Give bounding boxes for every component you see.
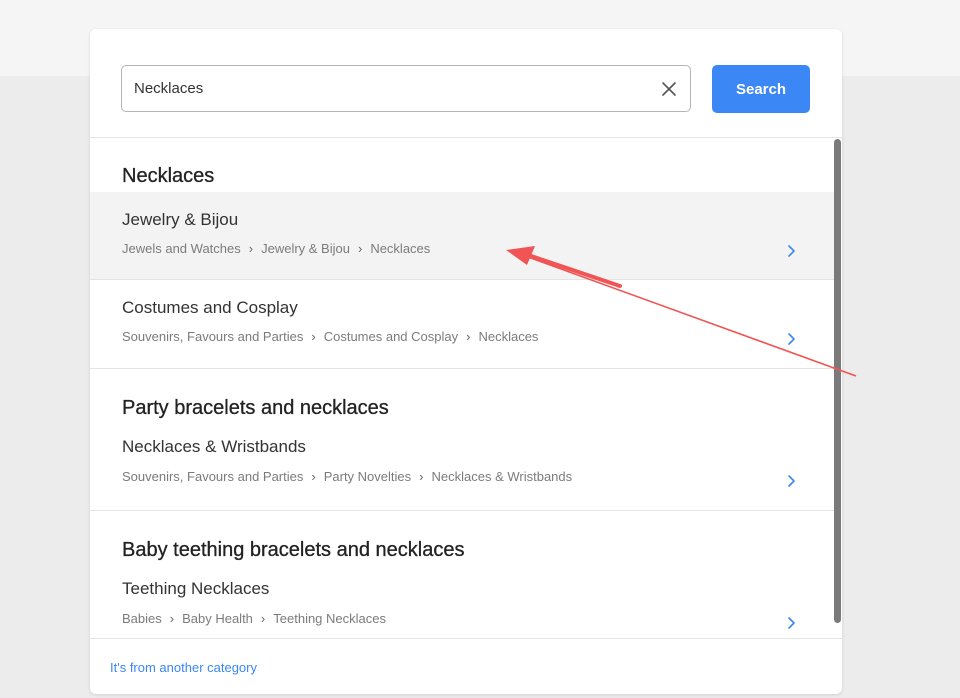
results-list[interactable]: Necklaces Jewelry & Bijou Jewels and Wat… bbox=[90, 138, 842, 638]
breadcrumb-item: Souvenirs, Favours and Parties bbox=[122, 329, 304, 344]
search-input[interactable]: Necklaces bbox=[121, 65, 691, 112]
chevron-right-icon[interactable] bbox=[786, 244, 796, 258]
breadcrumb-item: Jewels and Watches bbox=[122, 241, 241, 256]
breadcrumb: Babies › Baby Health › Teething Necklaces bbox=[122, 611, 386, 626]
chevron-right-icon: › bbox=[311, 469, 316, 484]
result-title: Jewelry & Bijou bbox=[122, 210, 239, 229]
breadcrumb: Jewels and Watches › Jewelry & Bijou › Neckl… bbox=[122, 241, 430, 256]
result-title: Necklaces & Wristbands bbox=[122, 437, 306, 456]
search-button[interactable]: Search bbox=[712, 65, 810, 113]
scrollbar-thumb[interactable] bbox=[834, 139, 841, 623]
chevron-right-icon: › bbox=[311, 329, 316, 344]
chevron-right-icon: › bbox=[248, 241, 254, 256]
search-input-value[interactable]: Necklaces bbox=[134, 80, 203, 97]
breadcrumb-item: Necklaces & Wristbands bbox=[431, 469, 573, 484]
chevron-right-icon[interactable] bbox=[786, 616, 796, 630]
divider bbox=[90, 368, 834, 369]
group-title: Baby teething bracelets and necklaces bbox=[122, 539, 465, 561]
chevron-right-icon: › bbox=[419, 469, 424, 484]
breadcrumb: Souvenirs, Favours and Parties › Costumes … bbox=[122, 329, 538, 344]
divider bbox=[90, 638, 842, 639]
chevron-right-icon[interactable] bbox=[786, 332, 796, 346]
breadcrumb-item: Teething Necklaces bbox=[273, 611, 386, 626]
result-title: Costumes and Cosplay bbox=[122, 298, 298, 317]
result-item-jewelry-bijou[interactable]: Jewelry & Bijou Jewels and Watches › Jewel… bbox=[90, 192, 834, 279]
breadcrumb-item: Baby Health bbox=[182, 611, 253, 626]
result-title: Teething Necklaces bbox=[122, 579, 270, 598]
chevron-right-icon: › bbox=[357, 241, 363, 256]
breadcrumb-item: Necklaces bbox=[478, 329, 539, 344]
group-title: Necklaces bbox=[122, 165, 215, 187]
result-item-costumes-cosplay[interactable]: Costumes and Cosplay Souvenirs, Favours … bbox=[90, 280, 834, 368]
breadcrumb-item: Jewelry & Bijou bbox=[261, 241, 350, 256]
chevron-right-icon: › bbox=[260, 611, 266, 626]
chevron-right-icon[interactable] bbox=[786, 474, 796, 488]
breadcrumb-item: Party Novelties bbox=[323, 469, 412, 484]
close-icon[interactable] bbox=[660, 80, 678, 98]
divider bbox=[90, 510, 834, 511]
chevron-right-icon: › bbox=[169, 611, 175, 626]
category-search-panel: Necklaces Search Necklaces Jewelry & Bij… bbox=[90, 29, 842, 694]
breadcrumb-item: Costumes and Cosplay bbox=[323, 329, 459, 344]
breadcrumb: Souvenirs, Favours and Parties › Party Nov… bbox=[122, 469, 572, 484]
result-item-necklaces-wristbands[interactable]: Necklaces & Wristbands Souvenirs, Favour… bbox=[90, 422, 834, 510]
other-category-link[interactable]: It's from another category bbox=[110, 660, 257, 675]
result-item-teething-necklaces[interactable]: Teething Necklaces Babies › Baby Health › Te… bbox=[90, 564, 834, 638]
breadcrumb-item: Necklaces bbox=[370, 241, 431, 256]
group-title: Party bracelets and necklaces bbox=[122, 397, 389, 419]
breadcrumb-item: Souvenirs, Favours and Parties bbox=[122, 469, 304, 484]
breadcrumb-item: Babies bbox=[122, 611, 162, 626]
chevron-right-icon: › bbox=[466, 329, 471, 344]
